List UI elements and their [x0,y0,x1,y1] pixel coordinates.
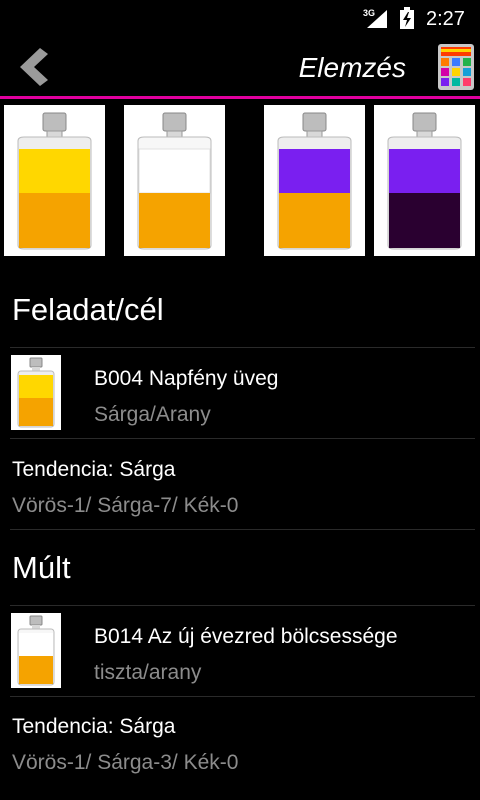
bottle-colors: Sárga/Arany [94,403,211,426]
battery-icon [400,7,414,29]
bottle-thumbnail [11,355,61,430]
bottle-title: B004 Napfény üveg [94,367,279,390]
divider [10,529,475,530]
section-header: Feladat/cél [12,292,164,327]
bottle-card-3[interactable] [264,105,365,256]
tendency-title: Tendencia: Sárga [12,458,176,481]
bottle-card-1[interactable] [4,105,105,256]
tendency-title: Tendencia: Sárga [12,715,176,738]
bottle-violet-dark-image [387,112,462,250]
divider [10,605,475,606]
color-grid-icon [438,44,474,90]
action-bar: Elemzés [0,38,480,96]
accent-line [0,96,480,99]
color-grid-button[interactable] [438,44,474,90]
clock: 2:27 [426,8,465,30]
bottle-card-2[interactable] [124,105,225,256]
section-header: Múlt [12,550,71,585]
chevron-left-icon [20,48,48,86]
bottle-b014-image [137,112,212,250]
bottle-colors: tiszta/arany [94,661,202,684]
bottle-title: B014 Az új évezred bölcsessége [94,625,398,648]
tendency-values: Vörös-1/ Sárga-3/ Kék-0 [12,751,239,774]
bottle-b004-image [17,112,92,250]
bottle-thumbnail [11,613,61,688]
back-button[interactable] [14,46,58,88]
tendency-values: Vörös-1/ Sárga-7/ Kék-0 [12,494,239,517]
status-bar: 3G 2:27 [0,0,480,38]
page-title: Elemzés [298,52,406,83]
bottle-violet-gold-image [277,112,352,250]
divider [10,438,475,439]
bottle-card-4[interactable] [374,105,475,256]
divider [10,347,475,348]
signal-icon [367,10,387,28]
divider [10,696,475,697]
